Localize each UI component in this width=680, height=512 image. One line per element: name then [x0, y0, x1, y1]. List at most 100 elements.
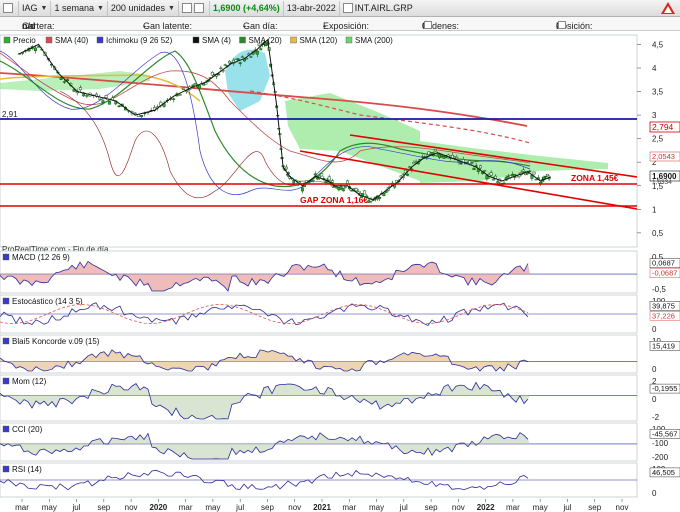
price-candle	[33, 47, 37, 52]
y-tick-label: 3	[652, 111, 657, 120]
price-candle	[59, 77, 63, 80]
legend-entry: SMA (4)	[202, 36, 231, 45]
price-tag-20543: 2,0543	[652, 152, 675, 161]
price-candle	[341, 187, 345, 191]
price-candle	[330, 180, 334, 183]
panel-y-tick: -2	[652, 413, 660, 422]
x-tick-label: mar	[342, 503, 356, 512]
y-tick-label: 1	[652, 205, 657, 214]
price-candle	[245, 58, 249, 60]
panel-value: 0,0687	[652, 259, 675, 268]
panel-y-tick: -0,5	[652, 285, 666, 294]
price-candle	[101, 100, 105, 104]
x-axis: mar may jul sep nov 2020 mar may jul sep nov 2021 ma…	[15, 499, 628, 512]
legend-swatch	[2, 425, 10, 433]
x-tick-label: mar	[179, 503, 193, 512]
price-candle	[284, 166, 288, 170]
chart-icon	[3, 3, 13, 13]
price-candle	[238, 62, 242, 64]
units-selector[interactable]: 200 unidades ▼	[108, 0, 179, 16]
price-candle	[378, 197, 382, 199]
gap-zone-annotation: GAP ZONA 1,16€	[300, 195, 368, 205]
price-candle	[178, 94, 182, 96]
price-candle	[528, 170, 532, 173]
instrument-name: INT.AIRL.GRP	[340, 1, 416, 16]
y-tick-label: 4	[652, 64, 657, 73]
panel-y-tick: 0	[652, 395, 657, 404]
price-candle	[236, 58, 240, 60]
portfolio-bar: Cartera: n/d Gan latente: - Gan día: - E…	[0, 17, 680, 31]
price-candle	[526, 172, 530, 175]
price-candle	[532, 171, 536, 175]
y-tick-label: 2,5	[652, 135, 664, 144]
stochastic-panel[interactable]: Estocástico (14 3 5)100039,87537,226	[0, 294, 680, 334]
momentum-panel[interactable]: Mom (12) 20-2-0,1955	[0, 374, 680, 422]
period-selector[interactable]: 1 semana ▼	[51, 0, 108, 16]
price-candle	[78, 87, 82, 91]
app-window: IAG ▼ 1 semana ▼ 200 unidades ▼ 1,6900 (+4,…	[0, 0, 680, 512]
price-candle	[545, 173, 549, 177]
panel-value: 37,226	[652, 311, 675, 320]
position-box-icon[interactable]	[558, 21, 566, 29]
panel-y-tick: 0	[652, 489, 657, 498]
rsi-panel[interactable]: RSI (14)100046,505	[0, 462, 680, 498]
x-tick-label: nov	[125, 503, 138, 512]
x-tick-label: may	[369, 503, 384, 512]
x-tick-label: may	[42, 503, 57, 512]
price-candle	[382, 192, 386, 196]
legend-swatch	[3, 36, 11, 44]
x-tick-label: sep	[97, 503, 110, 512]
x-tick-label: sep	[588, 503, 601, 512]
legend-swatch	[45, 36, 53, 44]
last-price: 1,6900 (+4,64%)	[212, 3, 280, 13]
legend-entry: SMA (200)	[355, 36, 393, 45]
price-candle	[198, 85, 201, 89]
prorealtime-logo-icon	[661, 2, 675, 14]
chart-type-button[interactable]	[0, 0, 19, 16]
main-y-axis: 4,543,532,521,510,5	[637, 40, 664, 238]
panel-value: -45,567	[652, 429, 677, 438]
price-candle	[62, 81, 66, 83]
price-candle	[433, 149, 437, 152]
cci-panel[interactable]: CCI (20)100-100-200-45,567	[0, 422, 680, 462]
price-candle	[172, 98, 176, 100]
price-candle	[320, 173, 324, 177]
panel-legend: Estocástico (14 3 5)	[12, 297, 83, 306]
price-candle	[255, 50, 259, 55]
chevron-down-icon: ▼	[40, 4, 48, 12]
price-candle	[107, 101, 111, 105]
main-price-panel[interactable]: 2,91 ZONA 1,45€ GAP ZONA 1,16€ ProRealTi…	[0, 34, 680, 254]
x-tick-label: sep	[261, 503, 274, 512]
panel-frame	[0, 374, 638, 422]
chart-area[interactable]: 2,91 ZONA 1,45€ GAP ZONA 1,16€ ProRealTi…	[0, 31, 680, 512]
orders-box-icon[interactable]	[424, 21, 432, 29]
price-candle	[489, 172, 493, 176]
period-label: 1 semana	[54, 3, 94, 13]
price-candle	[140, 115, 144, 117]
symbol-label: IAG	[22, 3, 38, 13]
instrument-icon	[342, 3, 353, 13]
price-candle	[327, 176, 331, 181]
panel-value: -0,1955	[652, 384, 677, 393]
price-tag-2794: 2,794	[652, 122, 674, 132]
legend-swatch	[2, 297, 10, 305]
x-tick-label: jul	[235, 503, 244, 512]
price-candle	[311, 179, 315, 182]
koncorde-panel[interactable]: Blai5 Koncorde v.09 (15)10015,419	[0, 334, 680, 374]
macd-panel[interactable]: MACD (12 26 9)0,50-0,50,0687-0,0687	[0, 250, 680, 294]
panel-y-tick: -200	[652, 453, 669, 462]
price-candle	[72, 89, 76, 92]
legend-entry: Ichimoku (9 26 52)	[106, 36, 173, 45]
symbol-selector[interactable]: IAG ▼	[19, 0, 52, 16]
price-candle	[85, 95, 89, 97]
settings-button[interactable]	[179, 0, 210, 16]
price-candle	[459, 162, 463, 165]
price-tag-sma4: 1,6334	[652, 179, 672, 186]
panel-legend: Mom (12)	[12, 377, 47, 386]
price-candle	[117, 105, 121, 107]
price-candle	[350, 190, 354, 192]
legend-swatch	[2, 337, 10, 345]
price-candle	[521, 169, 525, 172]
x-tick-label: mar	[506, 503, 520, 512]
y-tick-label: 3,5	[652, 88, 664, 97]
